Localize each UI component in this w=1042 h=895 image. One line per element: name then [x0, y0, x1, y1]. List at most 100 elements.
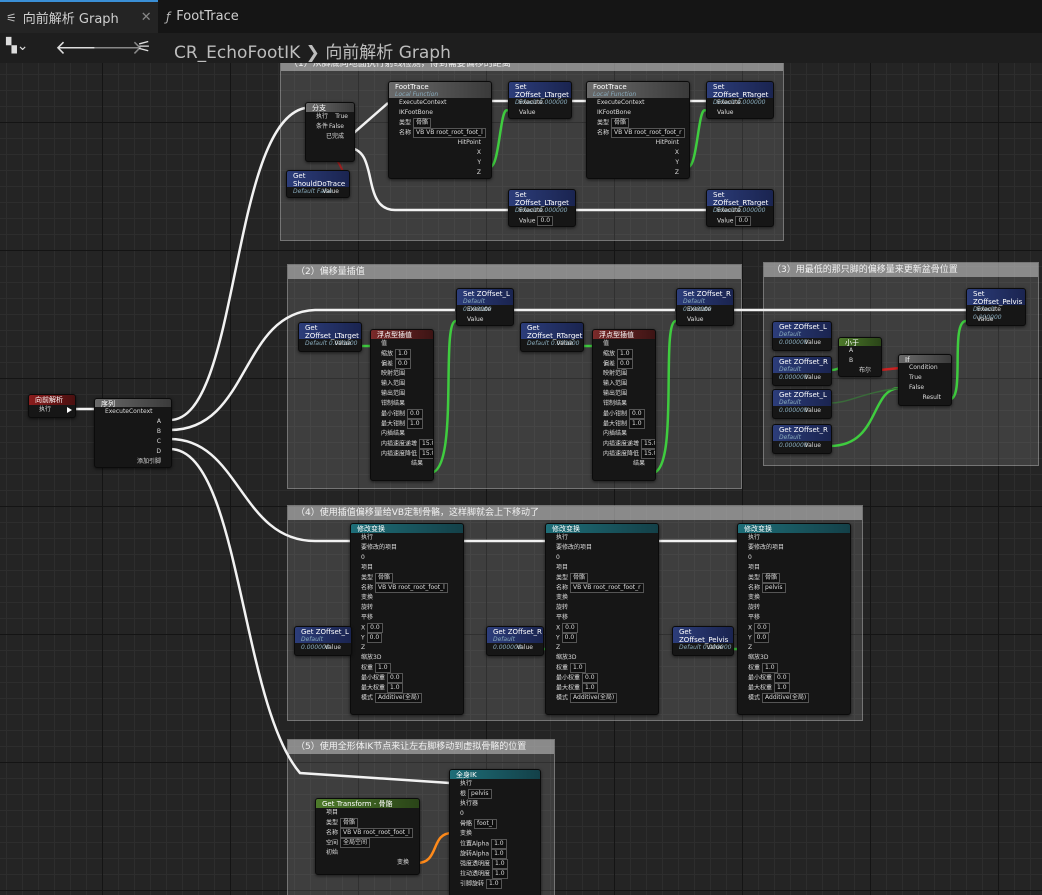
interp-row[interactable]: 内插速度降低15.0	[371, 449, 433, 459]
tab-foottrace[interactable]: ƒ FootTrace	[160, 0, 270, 33]
mode-row[interactable]: 模式 Additive(全局)	[546, 693, 658, 703]
modify-transform-pelvis-node[interactable]: 修改变换 执行 要修改的项目 0 项目 类型 骨骼 名称 pelvis 变换 旋转 …	[737, 523, 851, 715]
interp-row[interactable]: 映射范围	[371, 369, 433, 379]
scale-row[interactable]: 缩放3D	[546, 653, 658, 663]
select-if-node[interactable]: If Condition True False Result	[898, 354, 952, 406]
bone-pin[interactable]: IKFootBone	[587, 108, 689, 118]
mode-row[interactable]: 模式 Additive(全局)	[351, 693, 463, 703]
modify-transform-left-node[interactable]: 修改变换 执行 要修改的项目 0 项目 类型 骨骼 名称 VB VB root_ro…	[350, 523, 464, 715]
type-dropdown[interactable]: 骨骼	[611, 118, 630, 128]
value-pin[interactable]: Value	[773, 441, 831, 451]
set-zoffset-ltarget-zero-node[interactable]: Set ZOffset_LTarget Default 0.000000 Exec…	[508, 189, 576, 227]
value-field[interactable]: 0.0	[753, 633, 770, 643]
value-field[interactable]: 1.0	[762, 663, 778, 673]
get-zoffset-r-node-a[interactable]: Get ZOffset_R Default 0.000000 Value	[772, 356, 832, 386]
name-pin[interactable]: 名称 VB VB root_root_foot_r	[587, 128, 689, 138]
root-dropdown[interactable]: pelvis	[468, 789, 492, 799]
interp-row[interactable]: 输出范围	[371, 389, 433, 399]
value-field[interactable]: 0.0	[735, 216, 752, 226]
value-field[interactable]: 1.0	[491, 849, 507, 859]
index-row[interactable]: 0	[450, 809, 540, 819]
translation-row[interactable]: 平移	[546, 613, 658, 623]
foottrace-left-x[interactable]: X	[389, 148, 491, 158]
type-dropdown[interactable]: 骨骼	[340, 818, 359, 828]
type-row[interactable]: 类型 骨骼	[738, 573, 850, 583]
z-row[interactable]: Z	[546, 643, 658, 653]
interp-result[interactable]: 结果	[371, 459, 433, 469]
value-field[interactable]: 0.0	[367, 623, 383, 633]
float-interp-left-node[interactable]: 浮点型插值 值 缩放 1.0 偏差 0.0 映射范围 输入范围 输出范围 钳制结果 …	[370, 329, 434, 481]
type-row[interactable]: 类型 骨骼	[546, 573, 658, 583]
foottrace-left-exec[interactable]: ExecuteContext	[389, 98, 491, 108]
interp-row[interactable]: 输入范围	[371, 379, 433, 389]
foottrace-right-node[interactable]: FootTrace Local Function ExecuteContext I…	[586, 81, 690, 179]
value-pin[interactable]: Value	[677, 315, 733, 325]
mode-row[interactable]: 模式 Additive(全局)	[738, 693, 850, 703]
name-row[interactable]: 名称 VB VB root_root_foot_l	[351, 583, 463, 593]
name-dropdown[interactable]: VB VB root_root_foot_l	[413, 128, 486, 138]
value-field[interactable]: 1.0	[582, 683, 598, 693]
b-pin[interactable]: B	[839, 356, 881, 366]
interp-row[interactable]: 最大钳制 1.0	[593, 419, 655, 429]
get-zoffset-r-node-b[interactable]: Get ZOffset_R Default 0.000000 Value	[772, 424, 832, 454]
set-zoffset-rtarget-node[interactable]: Set ZOffset_RTarget Default 0.000000 Exec…	[706, 81, 774, 119]
interp-row[interactable]: 最大钳制 1.0	[371, 419, 433, 429]
full-body-ik-node[interactable]: 全身IK 执行 根 pelvis 执行器 0 骨骼 foot_l 变换 位置Alph…	[449, 769, 541, 895]
value-pin[interactable]: Value	[673, 643, 733, 653]
x-row[interactable]: X 0.0	[351, 623, 463, 633]
hierarchy-icon[interactable]: ⚟	[137, 37, 151, 56]
exec-pin[interactable]: 执行	[546, 533, 658, 543]
interp-row[interactable]: 内插结果	[371, 429, 433, 439]
rotation-row[interactable]: 旋转	[738, 603, 850, 613]
effectors-row[interactable]: 执行器	[450, 799, 540, 809]
index-row[interactable]: 0	[738, 553, 850, 563]
value-field[interactable]: 0.0	[561, 633, 578, 643]
item-row[interactable]: 项目	[546, 563, 658, 573]
value-field[interactable]: 1.0	[570, 663, 586, 673]
result-pin[interactable]: Result	[899, 393, 951, 403]
name-row[interactable]: 名称 VB VB root_root_foot_r	[546, 583, 658, 593]
sequence-pin-b[interactable]: B	[95, 427, 171, 437]
position-alpha-row[interactable]: 位置Alpha 1.0	[450, 839, 540, 849]
pull-alpha-row[interactable]: 拉动透明度 1.0	[450, 869, 540, 879]
modify-transform-right-node[interactable]: 修改变换 执行 要修改的项目 0 项目 类型 骨骼 名称 VB VB root_ro…	[545, 523, 659, 715]
pin-rotation-row[interactable]: 引脚旋转 1.0	[450, 879, 540, 889]
interp-row[interactable]: 缩放 1.0	[593, 349, 655, 359]
transform-out-pin[interactable]: 变换	[316, 858, 419, 868]
interp-row[interactable]: 内插结果	[593, 429, 655, 439]
mode-dropdown[interactable]: Additive(全局)	[762, 693, 810, 703]
name-dropdown[interactable]: VB VB root_root_foot_r	[611, 128, 685, 138]
weight-row[interactable]: 权重 1.0	[351, 663, 463, 673]
value-field[interactable]: 15.0	[419, 449, 433, 459]
get-zoffset-l-node-b[interactable]: Get ZOffset_L Default 0.000000 Value	[772, 389, 832, 419]
value-field[interactable]: 0.0	[407, 409, 423, 419]
type-dropdown[interactable]: 骨骼	[762, 573, 781, 583]
foottrace-left-y[interactable]: Y	[389, 158, 491, 168]
set-zoffset-r-node[interactable]: Set ZOffset_R Default 0.000000 Execute Va…	[676, 288, 734, 326]
name-dropdown[interactable]: VB VB root_root_foot_l	[340, 828, 413, 838]
set-zoffset-l-node[interactable]: Set ZOffset_L Default 0.000000 Execute Va…	[456, 288, 514, 326]
value-pin[interactable]: Value	[487, 643, 543, 653]
sequence-add-pin[interactable]: 添加引脚	[95, 457, 171, 467]
index-row[interactable]: 0	[546, 553, 658, 563]
value-pin[interactable]: Value	[299, 339, 361, 349]
weight-max-row[interactable]: 最大权重 1.0	[738, 683, 850, 693]
set-zoffset-ltarget-node[interactable]: Set ZOffset_LTarget Default 0.000000 Exec…	[508, 81, 572, 119]
value-field[interactable]: 0.0	[562, 623, 578, 633]
sequence-pin-a[interactable]: A	[95, 417, 171, 427]
condition-pin[interactable]: Condition	[899, 363, 951, 373]
item-row[interactable]: 项目	[316, 808, 419, 818]
type-dropdown[interactable]: 骨骼	[413, 118, 432, 128]
item-row[interactable]: 项目	[738, 563, 850, 573]
scale-row[interactable]: 缩放3D	[738, 653, 850, 663]
y-row[interactable]: Y 0.0	[546, 633, 658, 643]
name-dropdown[interactable]: VB VB root_root_foot_l	[375, 583, 448, 593]
x-row[interactable]: X 0.0	[738, 623, 850, 633]
set-zoffset-rtarget-zero-node[interactable]: Set ZOffset_RTarget Default 0.000000 Exec…	[706, 189, 774, 227]
value-field[interactable]: 1.0	[629, 419, 645, 429]
bookmark-icon[interactable]: ▚⌄	[6, 38, 29, 54]
translation-row[interactable]: 平移	[738, 613, 850, 623]
transform-row[interactable]: 变换	[351, 593, 463, 603]
get-zoffset-l-node-a[interactable]: Get ZOffset_L Default 0.000000 Value	[772, 321, 832, 351]
branch-completed[interactable]: 已完成	[306, 132, 354, 142]
